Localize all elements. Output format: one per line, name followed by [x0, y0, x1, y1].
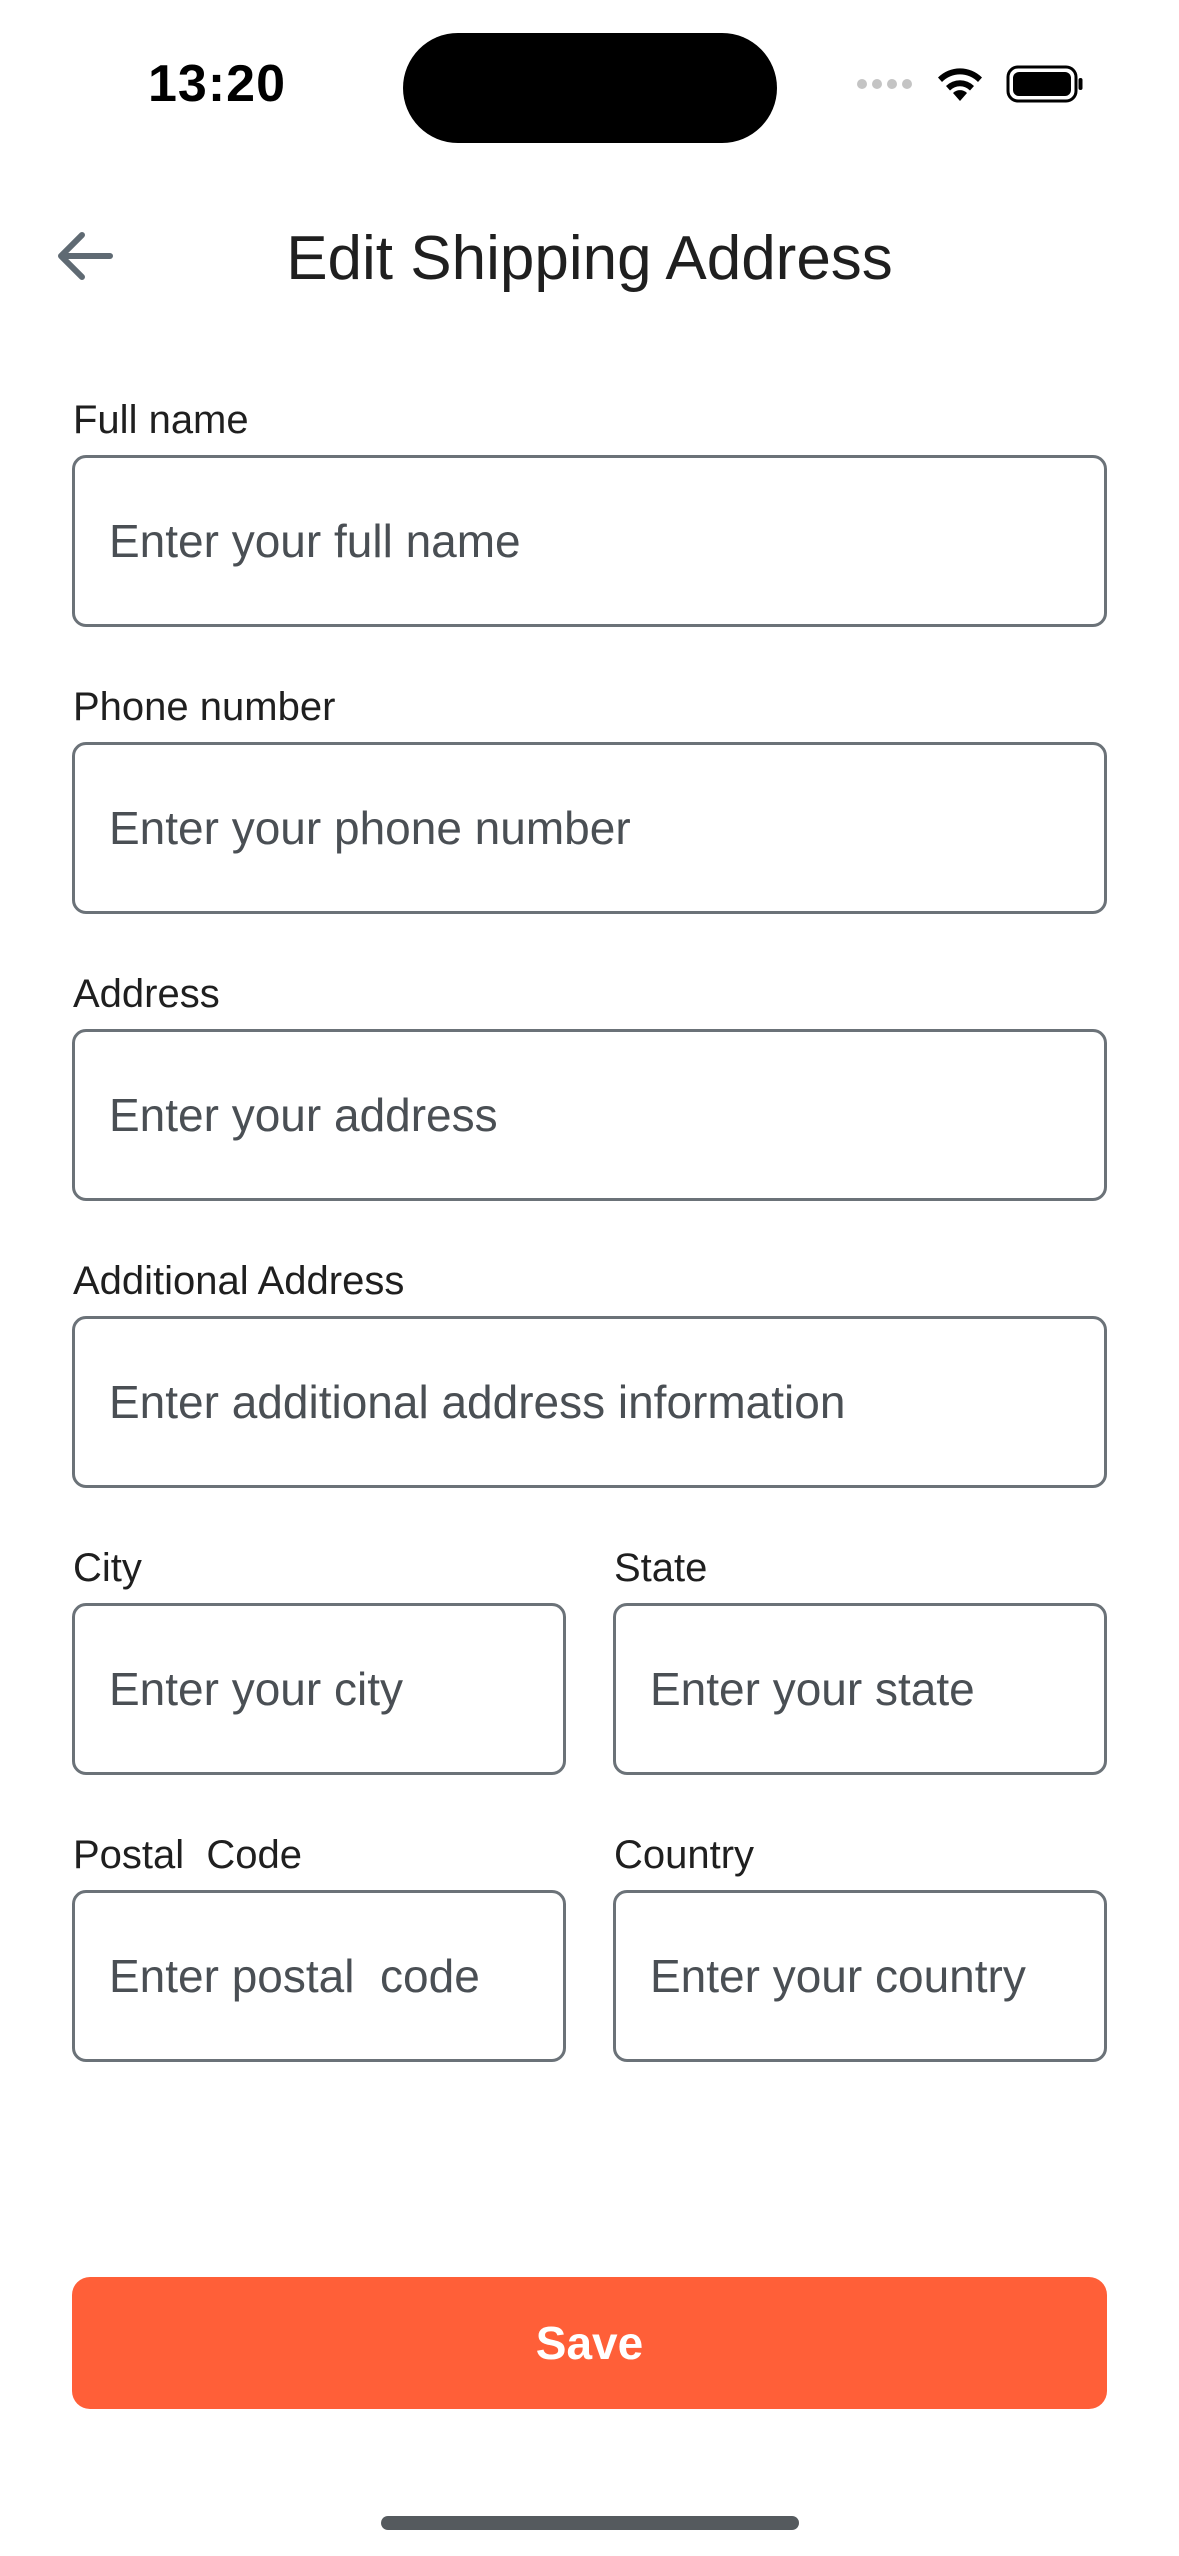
address-input[interactable] [72, 1029, 1107, 1201]
address-label: Address [73, 972, 220, 1016]
state-input[interactable] [613, 1603, 1107, 1775]
postal-code-input[interactable] [72, 1890, 566, 2062]
full-name-input[interactable] [72, 455, 1107, 627]
state-label: State [614, 1546, 708, 1590]
save-button[interactable]: Save [72, 2277, 1107, 2409]
phone-number-label: Phone number [73, 685, 336, 729]
signal-dots-icon [856, 77, 914, 95]
wifi-icon [936, 65, 984, 108]
status-bar: 13:20 [0, 0, 1179, 160]
status-icons [856, 62, 1084, 110]
city-input[interactable] [72, 1603, 566, 1775]
battery-icon [1006, 64, 1084, 109]
status-time: 13:20 [148, 55, 286, 113]
additional-address-label: Additional Address [73, 1259, 405, 1303]
city-label: City [73, 1546, 142, 1590]
additional-address-input[interactable] [72, 1316, 1107, 1488]
full-name-label: Full name [73, 398, 249, 442]
postal-code-label: Postal Code [73, 1833, 303, 1877]
country-label: Country [614, 1833, 755, 1877]
dynamic-island [403, 33, 777, 143]
home-indicator[interactable] [381, 2516, 799, 2530]
page-title: Edit Shipping Address [286, 224, 893, 293]
country-input[interactable] [613, 1890, 1107, 2062]
phone-number-input[interactable] [72, 742, 1107, 914]
